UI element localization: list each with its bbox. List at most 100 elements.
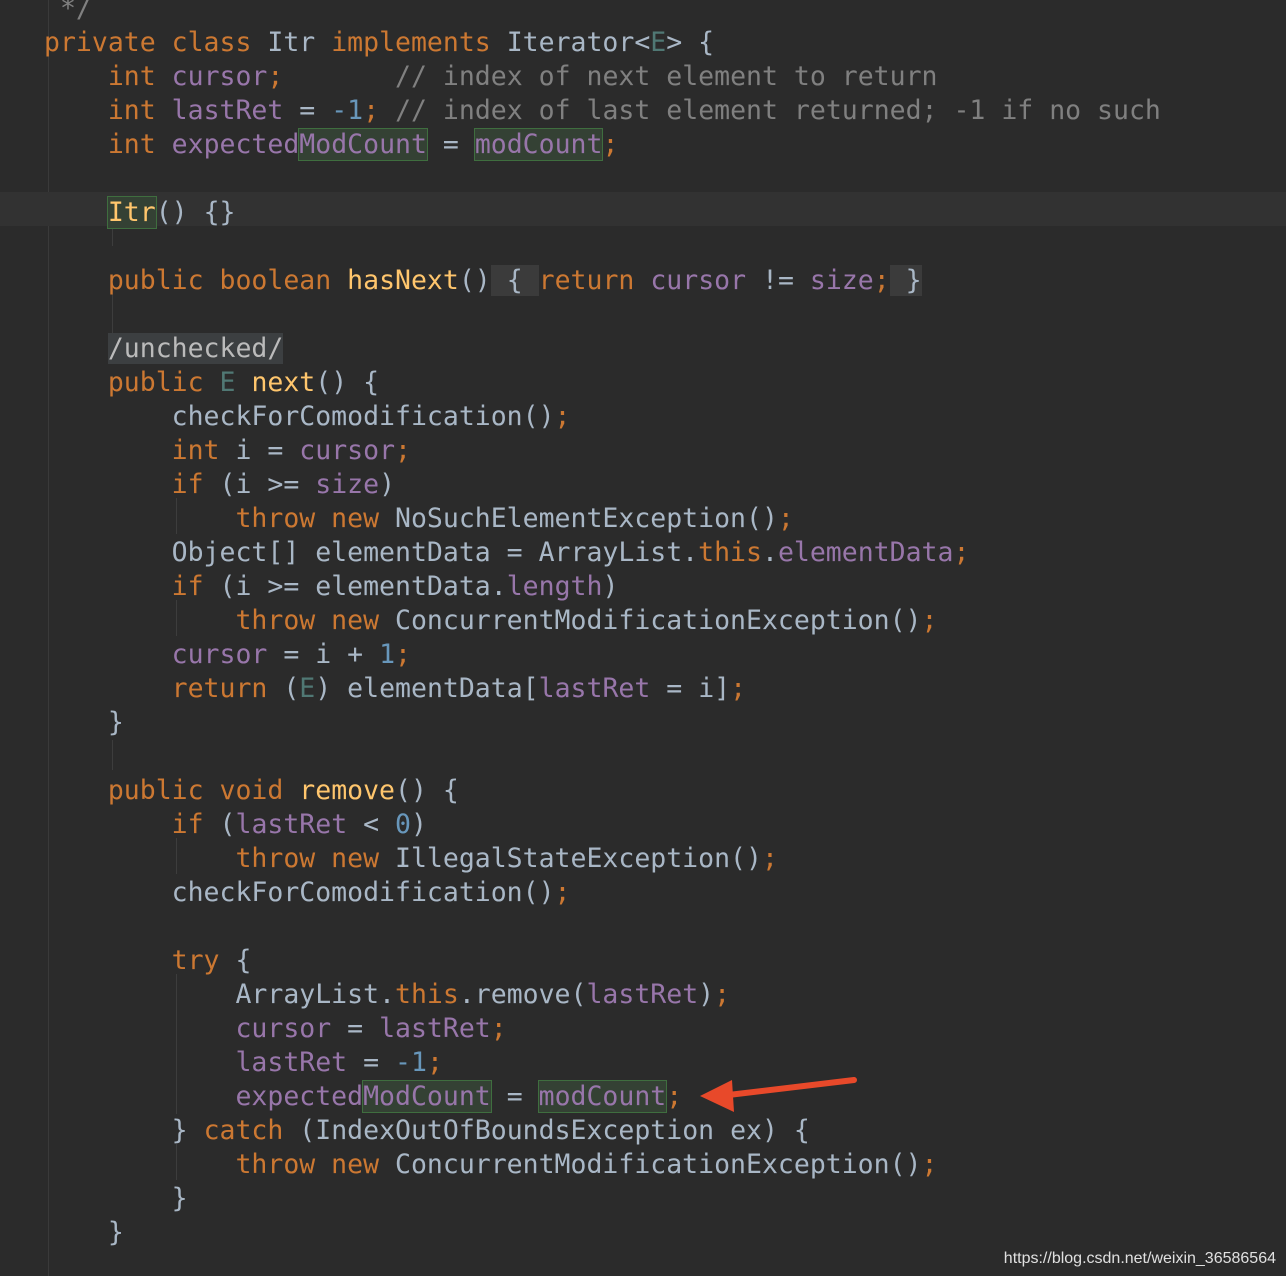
code-line[interactable]: cursor = i + 1; [44, 638, 411, 672]
code-token: expected [235, 1081, 364, 1112]
code-line[interactable]: if (i >= elementData.length) [44, 570, 619, 604]
code-line[interactable]: int cursor; // index of next element to … [44, 60, 938, 94]
code-token: int [171, 435, 236, 466]
code-token: ; [761, 843, 778, 874]
code-token: = [347, 1047, 396, 1078]
code-token: > { [666, 27, 715, 58]
code-line[interactable]: } [44, 1216, 124, 1250]
code-token: hasNext [347, 265, 459, 296]
code-token: lastRet [235, 809, 348, 840]
code-token: Itr [267, 27, 332, 58]
code-line[interactable]: return (E) elementData[lastRet = i]; [44, 672, 746, 706]
code-line[interactable]: expectedModCount = modCount; [44, 1080, 682, 1114]
code-token: () { [395, 775, 459, 806]
code-token: } [171, 1115, 204, 1146]
code-line[interactable]: checkForComodification(); [44, 876, 571, 910]
code-token: { [235, 945, 252, 976]
code-token: ) elementData[ [315, 673, 539, 704]
code-line[interactable]: public boolean hasNext() { return cursor… [44, 264, 922, 298]
code-token: ; [873, 265, 890, 296]
code-line[interactable]: throw new IllegalStateException(); [44, 842, 778, 876]
code-line[interactable]: throw new ConcurrentModificationExceptio… [44, 604, 937, 638]
code-token: ; [602, 129, 619, 160]
code-line[interactable]: public E next() { [44, 366, 379, 400]
code-line[interactable]: throw new NoSuchElementException(); [44, 502, 793, 536]
code-token: ModCount [362, 1080, 492, 1113]
code-token: cursor [171, 61, 268, 92]
code-token: next [251, 367, 316, 398]
code-token: int [107, 61, 172, 92]
code-token: throw new [235, 503, 395, 534]
code-line[interactable]: Object[] elementData = ArrayList.this.el… [44, 536, 970, 570]
code-token: this [395, 979, 459, 1010]
code-line[interactable]: throw new ConcurrentModificationExceptio… [44, 1148, 937, 1182]
code-token: public [107, 367, 220, 398]
code-token: catch [203, 1115, 300, 1146]
code-line[interactable]: /unchecked/ [44, 332, 284, 366]
code-token: ConcurrentModificationException() [395, 1149, 922, 1180]
indent-guide [112, 740, 113, 770]
code-token: Object[] elementData = ArrayList. [171, 537, 699, 568]
code-token: ; [426, 1047, 443, 1078]
code-token: IllegalStateException() [395, 843, 762, 874]
code-line[interactable]: Itr() {} [44, 196, 235, 230]
code-token: ; [363, 95, 396, 126]
code-token: // index of next element to return [283, 61, 938, 92]
code-line[interactable]: checkForComodification(); [44, 400, 571, 434]
code-token: = [331, 1013, 380, 1044]
code-token: = [490, 1081, 539, 1112]
code-line[interactable]: if (lastRet < 0) [44, 808, 427, 842]
code-line[interactable]: private class Itr implements Iterator<E>… [44, 26, 714, 60]
code-token: E [650, 27, 667, 58]
code-token: ModCount [298, 128, 428, 161]
code-line[interactable]: cursor = lastRet; [44, 1012, 506, 1046]
code-line[interactable]: } [44, 1182, 188, 1216]
code-token: size [315, 469, 380, 500]
code-token: ( [283, 673, 300, 704]
code-token: E [219, 367, 252, 398]
code-token: ; [395, 435, 411, 466]
code-token: checkForComodification() [171, 877, 555, 908]
code-token: implements [331, 27, 507, 58]
code-token: ; [666, 1081, 683, 1112]
code-line[interactable]: ArrayList.this.remove(lastRet); [44, 978, 730, 1012]
code-line[interactable]: int i = cursor; [44, 434, 411, 468]
code-token: ArrayList. [235, 979, 395, 1010]
code-line[interactable]: int lastRet = -1; // index of last eleme… [44, 94, 1161, 128]
code-line[interactable]: public void remove() { [44, 774, 459, 808]
code-token: . [761, 537, 778, 568]
code-token: ; [921, 1149, 938, 1180]
code-line[interactable]: try { [44, 944, 252, 978]
code-token: elementData [777, 537, 954, 568]
code-token: int [107, 129, 172, 160]
code-editor[interactable]: */private class Itr implements Iterator<… [0, 0, 1286, 1276]
code-token: lastRet [171, 95, 284, 126]
code-line[interactable]: */ [44, 0, 92, 26]
code-line[interactable]: } [44, 706, 124, 740]
code-token: cursor [235, 1013, 332, 1044]
code-token: Iterator< [506, 27, 651, 58]
code-token: () {} [155, 197, 236, 228]
code-line[interactable]: if (i >= size) [44, 468, 395, 502]
code-token: (i >= [219, 469, 316, 500]
code-token: ; [921, 605, 938, 636]
code-line[interactable]: int expectedModCount = modCount; [44, 128, 618, 162]
code-line[interactable]: lastRet = -1; [44, 1046, 443, 1080]
code-token: .remove( [458, 979, 587, 1010]
